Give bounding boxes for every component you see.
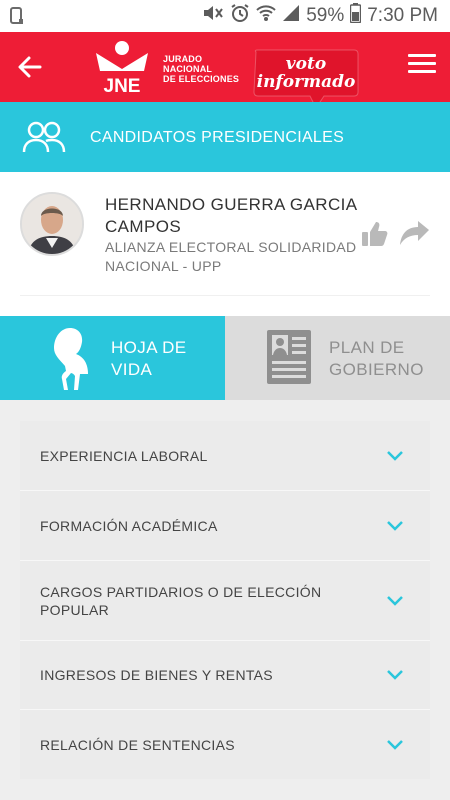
tab-hoja-de-vida[interactable]: HOJA DE VIDA [0, 316, 225, 400]
badge-line-2: informado [256, 72, 356, 92]
signal-icon [282, 4, 300, 28]
share-button[interactable] [399, 220, 431, 246]
accordion-item-relacion-sentencias[interactable]: RELACIÓN DE SENTENCIAS [20, 710, 430, 779]
section-title: CANDIDATOS PRESIDENCIALES [90, 129, 345, 146]
wifi-icon [256, 4, 276, 28]
accordion-item-ingresos-bienes-rentas[interactable]: INGRESOS DE BIENES Y RENTAS [20, 641, 430, 710]
accordion-item-label: RELACIÓN DE SENTENCIAS [40, 736, 235, 753]
tab-label: HOJA DE VIDA [111, 338, 187, 379]
accordion-item-label: EXPERIENCIA LABORAL [40, 447, 208, 464]
chevron-down-icon [387, 595, 403, 606]
back-button[interactable] [14, 52, 46, 82]
divider [20, 295, 430, 296]
section-header: CANDIDATOS PRESIDENCIALES [0, 102, 450, 172]
mute-icon [202, 4, 224, 28]
tab-plan-de-gobierno[interactable]: PLAN DE GOBIERNO [225, 316, 450, 400]
like-button[interactable] [361, 220, 389, 248]
arrow-left-icon [18, 56, 42, 78]
accordion-item-label: CARGOS PARTIDARIOS O DE ELECCIÓN POPULAR [40, 583, 322, 618]
candidate-party: ALIANZA ELECTORAL SOLIDARIDAD NACIONAL -… [105, 239, 357, 274]
clock: 7:30 PM [367, 5, 438, 26]
tab-label: PLAN DE GOBIERNO [329, 338, 424, 379]
accordion-item-label: FORMACIÓN ACADÉMICA [40, 517, 218, 534]
share-arrow-icon [400, 221, 429, 245]
hamburger-icon [408, 54, 436, 57]
candidate-card: HERNANDO GUERRA GARCIA CAMPOS ALIANZA EL… [0, 172, 450, 316]
alarm-icon [230, 3, 250, 29]
app-header: JNE JURADO NACIONAL DE ELECCIONES voto i… [0, 32, 450, 109]
chevron-down-icon [387, 670, 403, 680]
menu-button[interactable] [408, 54, 436, 78]
accordion-item-label: INGRESOS DE BIENES Y RENTAS [40, 667, 273, 683]
resume-accordion: EXPERIENCIA LABORAL FORMACIÓN ACADÉMICA … [20, 421, 430, 779]
chevron-down-icon [387, 520, 403, 531]
hamburger-icon-bar [408, 70, 436, 73]
jne-logo-text: JNE [104, 76, 141, 95]
chevron-down-icon [387, 739, 403, 750]
notification-icon [10, 7, 24, 30]
chevron-down-icon [387, 450, 403, 461]
person-silhouette-icon [50, 326, 90, 397]
accordion-item-cargos-partidarios[interactable]: CARGOS PARTIDARIOS O DE ELECCIÓN POPULAR [20, 561, 430, 641]
thumbs-up-icon [362, 222, 388, 246]
candidate-name: HERNANDO GUERRA GARCIA CAMPOS [105, 195, 357, 236]
tabs: HOJA DE VIDA PLAN DE GOBIERNO [0, 316, 450, 400]
hamburger-icon-bar [408, 62, 436, 65]
candidate-avatar [20, 192, 84, 256]
accordion-item-experiencia-laboral[interactable]: EXPERIENCIA LABORAL [20, 421, 430, 491]
candidates-icon [22, 120, 66, 159]
document-profile-icon [265, 328, 313, 391]
accordion-item-formacion-academica[interactable]: FORMACIÓN ACADÉMICA [20, 491, 430, 561]
battery-icon [350, 3, 362, 29]
badge-line-1: voto [285, 54, 327, 74]
battery-level: 59% [306, 5, 345, 26]
status-bar: 59% 7:30 PM [0, 0, 450, 32]
org-name: JURADO NACIONAL DE ELECCIONES [163, 54, 240, 84]
jne-logo: JNE [92, 39, 152, 97]
